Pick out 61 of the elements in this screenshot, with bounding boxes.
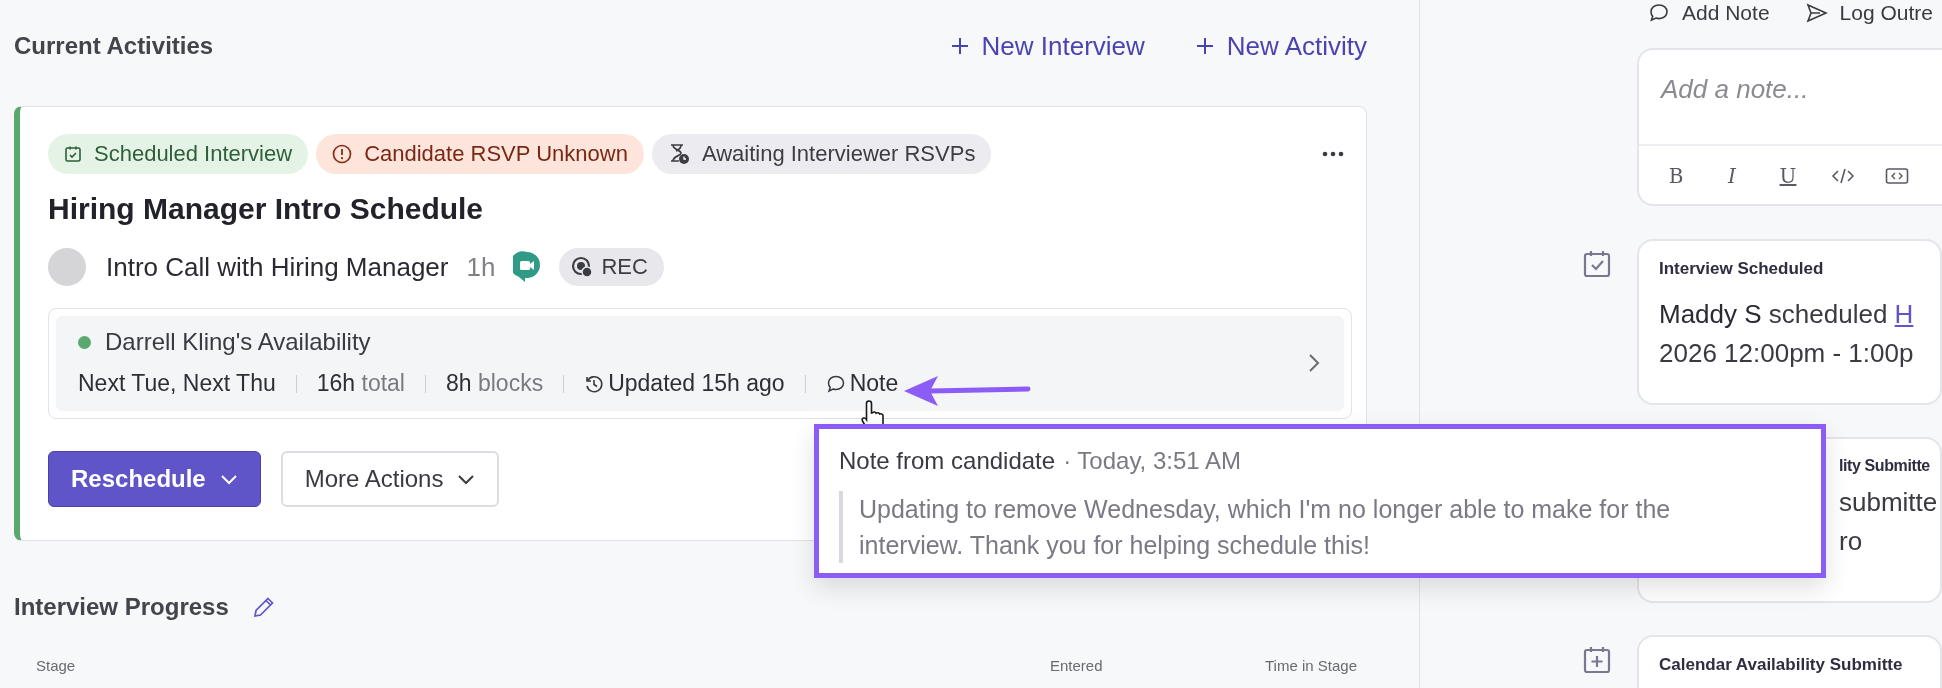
plus-icon	[1194, 36, 1215, 56]
status-tag: Awaiting Interviewer RSVPs	[651, 134, 992, 174]
calendar-check-icon	[1582, 249, 1612, 279]
chevron-right-icon	[1308, 352, 1320, 373]
format-button[interactable]: I	[1719, 164, 1745, 188]
log-outreach-button[interactable]: Log Outre	[1805, 1, 1933, 25]
meeting-duration: 1h	[466, 251, 496, 283]
event-title: Interview Scheduled	[1659, 259, 1825, 279]
plus-icon	[949, 36, 970, 56]
comment-icon	[1648, 3, 1670, 23]
video-call-icon	[513, 251, 542, 283]
updated-time: Updated 15h ago	[608, 370, 785, 397]
comment-icon	[825, 373, 846, 394]
note-placeholder: Add a note...	[1659, 73, 1810, 106]
availability-row[interactable]: Darrell Kling's Availability Next Tue, Next Thu 16h total 8h blocks Updated 15h ago Note	[56, 316, 1344, 411]
availability-blocks: 8h blocks	[446, 370, 544, 397]
more-icon[interactable]	[1322, 151, 1344, 157]
event-text: submitte	[1839, 486, 1939, 519]
chevron-down-icon	[457, 473, 476, 485]
meeting-title: Intro Call with Hiring Manager	[106, 251, 449, 283]
calendar-check-icon	[64, 145, 82, 163]
note-link[interactable]: Note	[849, 370, 899, 397]
tooltip-time: · Today, 3:51 AM	[1063, 447, 1241, 475]
embed-icon[interactable]	[1885, 167, 1909, 185]
status-tag: Scheduled Interview	[48, 134, 309, 174]
more-actions-button[interactable]: More Actions	[280, 451, 500, 507]
availability-days: Next Tue, Next Thu	[78, 370, 276, 397]
column-header: Time in Stage	[1265, 657, 1357, 674]
pencil-icon[interactable]	[252, 596, 275, 618]
availability-name: Darrell Kling's Availability	[105, 328, 371, 356]
recording-badge: REC	[559, 248, 664, 286]
column-header: Stage	[36, 657, 77, 674]
history-icon	[584, 373, 605, 394]
status-tag: Candidate RSVP Unknown	[316, 134, 644, 174]
column-header: Entered	[1050, 657, 1104, 674]
format-button[interactable]: B	[1663, 164, 1689, 188]
alert-circle-icon	[332, 144, 353, 164]
activity-title: Hiring Manager Intro Schedule	[48, 192, 485, 226]
event-text: Maddy S scheduled H 2026 12:00pm - 1:00p	[1659, 298, 1915, 370]
add-note-button[interactable]: Add Note	[1648, 1, 1770, 25]
format-button[interactable]: U	[1775, 164, 1801, 188]
tooltip-title: Note from candidate	[839, 447, 1056, 475]
availability-total: 16h total	[316, 370, 405, 397]
event-title: lity Submitte	[1839, 457, 1931, 475]
code-icon[interactable]	[1831, 166, 1855, 186]
event-text: ro	[1839, 525, 1864, 558]
recording-icon	[571, 256, 594, 278]
reschedule-button[interactable]: Reschedule	[48, 451, 261, 507]
section-title: Current Activities	[14, 32, 215, 60]
add-action-link[interactable]: New Activity	[1194, 30, 1367, 62]
avatar	[48, 248, 86, 286]
add-action-link[interactable]: New Interview	[949, 30, 1145, 62]
send-icon	[1805, 3, 1828, 23]
event-title: Calendar Availability Submitte	[1659, 655, 1904, 675]
chevron-down-icon	[219, 473, 238, 485]
note-editor[interactable]: Add a note... B I U	[1637, 48, 1942, 206]
status-dot	[78, 335, 91, 349]
event-link[interactable]: H	[1894, 299, 1914, 329]
note-text: Updating to remove Wednesday, which I'm no longer able to make for the interview. Thank you for helping schedule this!	[839, 491, 1801, 563]
section-title: Interview Progress	[14, 593, 229, 621]
calendar-plus-icon	[1582, 645, 1612, 675]
